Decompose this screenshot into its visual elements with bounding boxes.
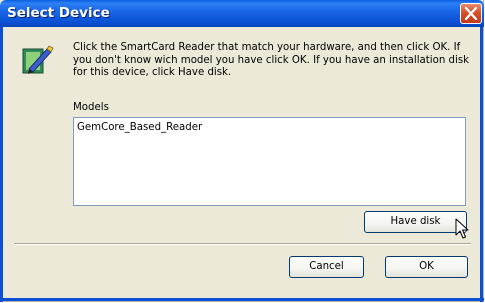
hardware-wizard-icon xyxy=(22,45,54,74)
have-disk-button[interactable]: Have disk xyxy=(364,211,467,233)
close-icon xyxy=(464,7,478,20)
close-button[interactable] xyxy=(460,3,482,24)
models-label: Models xyxy=(73,102,109,113)
window-frame-bottom xyxy=(0,298,484,301)
ok-button[interactable]: OK xyxy=(385,256,468,278)
instructions-text: Click the SmartCard Reader that match yo… xyxy=(73,42,470,78)
window-frame-left xyxy=(0,27,3,302)
list-item[interactable]: GemCore_Based_Reader xyxy=(77,122,202,133)
window-frame-right xyxy=(480,27,483,302)
title-bar[interactable]: Select Device xyxy=(0,0,484,27)
mouse-pointer-icon xyxy=(455,218,469,239)
window-title: Select Device xyxy=(7,5,110,21)
select-device-dialog: Select Device Click the SmartCard Reader… xyxy=(0,0,484,302)
cancel-button[interactable]: Cancel xyxy=(289,256,364,278)
divider xyxy=(14,243,471,245)
models-list[interactable]: GemCore_Based_Reader xyxy=(73,117,466,206)
